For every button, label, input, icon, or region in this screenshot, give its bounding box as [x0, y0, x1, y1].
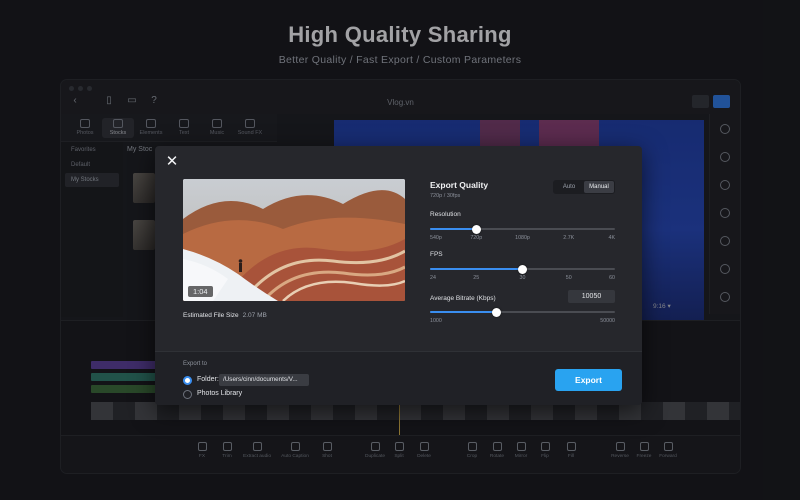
export-button[interactable]: Export	[555, 369, 622, 391]
resolution-slider[interactable]	[430, 224, 615, 234]
quality-mode-toggle: Auto Manual	[553, 180, 615, 194]
slider-knob[interactable]	[492, 307, 502, 317]
slider-knob[interactable]	[518, 264, 527, 274]
estimated-file-size: Estimated File Size 2.07 MB	[183, 312, 267, 319]
resolution-label: Resolution	[430, 211, 461, 218]
export-preview-thumbnail: 1:04	[183, 179, 405, 301]
photos-library-radio[interactable]	[183, 390, 192, 399]
clip-duration: 1:04	[188, 286, 213, 297]
tick-label: 4K	[608, 235, 615, 241]
export-quality-summary: 720p / 30fps	[430, 193, 461, 199]
export-footer: Export to Folder: /Users/cinn/documents/…	[155, 351, 642, 405]
fps-slider[interactable]	[430, 264, 615, 274]
tick-label: 1080p	[515, 235, 530, 241]
tick-label: 540p	[430, 235, 442, 241]
slider-knob[interactable]	[471, 224, 481, 234]
fps-label: FPS	[430, 251, 443, 258]
tick-label: 60	[609, 275, 615, 281]
export-dialog: ✕ 1:04 Estimated File Size 2.07 MB Export…	[155, 146, 642, 405]
bitrate-slider[interactable]	[430, 307, 615, 317]
export-quality-title: Export Quality	[430, 180, 489, 190]
tick-label: 25	[473, 275, 480, 281]
folder-path-field[interactable]: /Users/cinn/documents/V...	[219, 374, 309, 386]
tick-label: 30	[519, 275, 526, 281]
tick-label: 2.7K	[563, 235, 575, 241]
file-size-value: 2.07 MB	[242, 312, 267, 319]
slider-fill	[430, 268, 523, 270]
tick-label: 24	[430, 275, 436, 281]
slider-fill	[430, 311, 497, 313]
folder-radio[interactable]	[183, 376, 192, 385]
slider-fill	[430, 228, 477, 230]
tick-label: 720p	[470, 235, 483, 241]
photos-library-label: Photos Library	[197, 390, 243, 397]
mode-manual[interactable]: Manual	[584, 181, 614, 193]
bitrate-min: 1000	[430, 318, 442, 324]
tick-label: 50	[565, 275, 572, 281]
close-icon[interactable]: ✕	[165, 154, 179, 169]
export-to-label: Export to	[183, 361, 208, 367]
bitrate-max: 50000	[600, 318, 615, 324]
mode-auto[interactable]: Auto	[554, 181, 584, 193]
bitrate-label: Average Bitrate (Kbps)	[430, 295, 496, 302]
folder-label: Folder:	[197, 376, 219, 383]
bitrate-input[interactable]: 10050	[568, 290, 615, 303]
canyon-image	[183, 179, 405, 301]
